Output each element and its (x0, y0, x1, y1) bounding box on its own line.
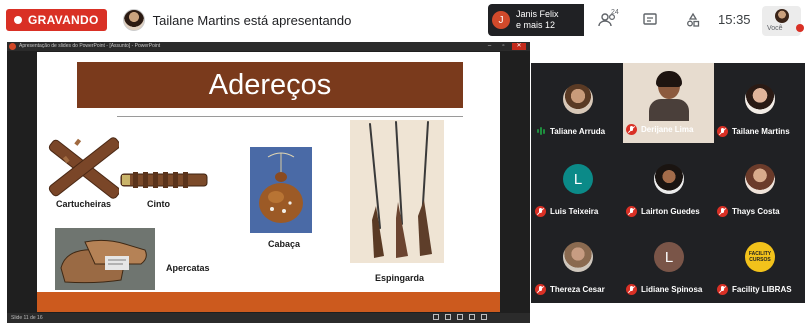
mic-off-icon (626, 205, 637, 217)
top-toolbar: 24 15:35 Você (584, 4, 804, 36)
participant-name: Thereza Cesar (550, 284, 605, 294)
chat-icon[interactable] (642, 12, 658, 28)
mic-off-icon (535, 205, 546, 217)
participant-name-row: Taliane Arruda (535, 125, 623, 137)
espingarda-image (350, 120, 444, 263)
participant-name-row: Luis Teixeira (535, 205, 623, 217)
sorter-view-icon[interactable] (457, 314, 463, 320)
slide-footer-band (37, 292, 500, 312)
participant-name: Lidiane Spinosa (641, 284, 703, 294)
people-count: 24 (611, 9, 619, 16)
top-bar: GRAVANDO Tailane Martins está apresentan… (4, 4, 804, 36)
caption-cinto: Cinto (147, 199, 170, 209)
view-controls (433, 314, 487, 320)
meeting-clock: 15:35 (718, 12, 751, 27)
participant-avatar (745, 164, 775, 194)
caption-cartucheiras: Cartucheiras (56, 199, 112, 209)
participant-name-row: Derijane Lima (626, 123, 714, 135)
cartucheiras-image (48, 137, 119, 199)
participant-name: Tailane Martins (732, 126, 790, 136)
cinto-image (120, 172, 208, 188)
self-label: Você (767, 25, 783, 32)
self-avatar (775, 9, 789, 23)
participant-name-row: Lidiane Spinosa (626, 283, 714, 295)
slide-title-band: Adereços (77, 62, 463, 108)
mic-off-icon (626, 283, 637, 295)
presenter-status: Tailane Martins está apresentando (152, 12, 352, 28)
participant-name-row: Thays Costa (717, 205, 805, 217)
participant-name-row: Lairton Guedes (626, 205, 714, 217)
participant-name-row: Thereza Cesar (535, 283, 623, 295)
video-hair (656, 71, 682, 87)
normal-view-icon[interactable] (445, 314, 451, 320)
ppt-titlebar: Apresentação de slides do PowerPoint - [… (7, 42, 530, 51)
participant-name-row: Facility LIBRAS (717, 283, 805, 295)
slide-title: Adereços (208, 68, 332, 101)
powerpoint-logo-icon (9, 43, 16, 50)
maximize-icon[interactable]: ▫ (499, 43, 508, 50)
self-view-tile[interactable]: Você (762, 6, 804, 36)
slideshow-view-icon[interactable] (481, 314, 487, 320)
mic-off-icon (535, 283, 546, 295)
slide-counter: Slide 11 de 16 (11, 315, 43, 321)
participant-avatar: L (563, 164, 593, 194)
participant-video (647, 69, 690, 121)
join-avatar: J (492, 11, 510, 29)
participant-grid: Taliane Arruda Derijane Lima Tailane Mar… (531, 63, 805, 303)
speaking-indicator-icon (535, 126, 546, 137)
recording-badge[interactable]: GRAVANDO (6, 9, 107, 31)
minimize-icon[interactable]: – (485, 43, 494, 50)
mic-off-icon (626, 123, 637, 135)
participant-tile[interactable]: Thereza Cesar (532, 223, 623, 303)
participant-avatar (563, 84, 593, 114)
recording-label: GRAVANDO (28, 13, 99, 27)
notes-view-icon[interactable] (433, 314, 439, 320)
activities-icon[interactable] (685, 12, 701, 28)
caption-apercatas: Apercatas (166, 263, 210, 273)
mic-off-icon (717, 125, 728, 137)
participant-tile[interactable]: Lairton Guedes (623, 145, 714, 225)
meet-screen: GRAVANDO Tailane Martins está apresentan… (0, 0, 805, 324)
participant-tile[interactable]: Thays Costa (714, 145, 805, 225)
participant-tile[interactable]: L Luis Teixeira (532, 145, 623, 225)
participant-avatar (654, 164, 684, 194)
caption-cabaca: Cabaça (268, 239, 301, 249)
participant-name: Luis Teixeira (550, 206, 599, 216)
join-text: Janis Felix e mais 12 (516, 9, 559, 31)
participant-avatar: L (654, 242, 684, 272)
participant-avatar (745, 84, 775, 114)
participant-name: Facility LIBRAS (732, 284, 792, 294)
participant-name: Thays Costa (732, 206, 780, 216)
slide-divider (117, 116, 463, 117)
cabaca-image (250, 147, 312, 233)
record-dot-icon (14, 16, 22, 24)
caption-espingarda: Espingarda (375, 273, 425, 283)
mic-off-icon (717, 205, 728, 217)
participant-tile[interactable]: FACILITY CURSOS Facility LIBRAS (714, 223, 805, 303)
participant-name-row: Tailane Martins (717, 125, 805, 137)
participant-name: Lairton Guedes (641, 206, 700, 216)
shared-presentation-window: Apresentação de slides do PowerPoint - [… (7, 42, 530, 323)
apercatas-image (55, 228, 155, 290)
join-line2: e mais 12 (516, 20, 556, 30)
video-body (649, 99, 689, 121)
join-line1: Janis Felix (516, 9, 559, 19)
reading-view-icon[interactable] (469, 314, 475, 320)
close-icon[interactable]: ✕ (512, 43, 526, 50)
participant-avatar: FACILITY CURSOS (745, 242, 775, 272)
participant-tile[interactable]: L Lidiane Spinosa (623, 223, 714, 303)
mic-off-icon (717, 283, 728, 295)
self-mic-off-icon (796, 24, 804, 32)
participant-tile[interactable]: Taliane Arruda (532, 65, 623, 145)
participant-tile[interactable]: Tailane Martins (714, 65, 805, 145)
ppt-status-bar: Slide 11 de 16 (7, 313, 530, 323)
slide: Adereços Cartucheiras Cinto Cabaça Aperc… (37, 52, 500, 312)
join-notification[interactable]: J Janis Felix e mais 12 (488, 4, 584, 36)
ppt-window-title: Apresentação de slides do PowerPoint - [… (19, 43, 161, 49)
participant-avatar (563, 242, 593, 272)
presenter-avatar (122, 9, 145, 31)
participant-name: Derijane Lima (641, 124, 694, 134)
participant-tile-featured[interactable]: Derijane Lima (623, 63, 714, 143)
participant-name: Taliane Arruda (550, 126, 606, 136)
